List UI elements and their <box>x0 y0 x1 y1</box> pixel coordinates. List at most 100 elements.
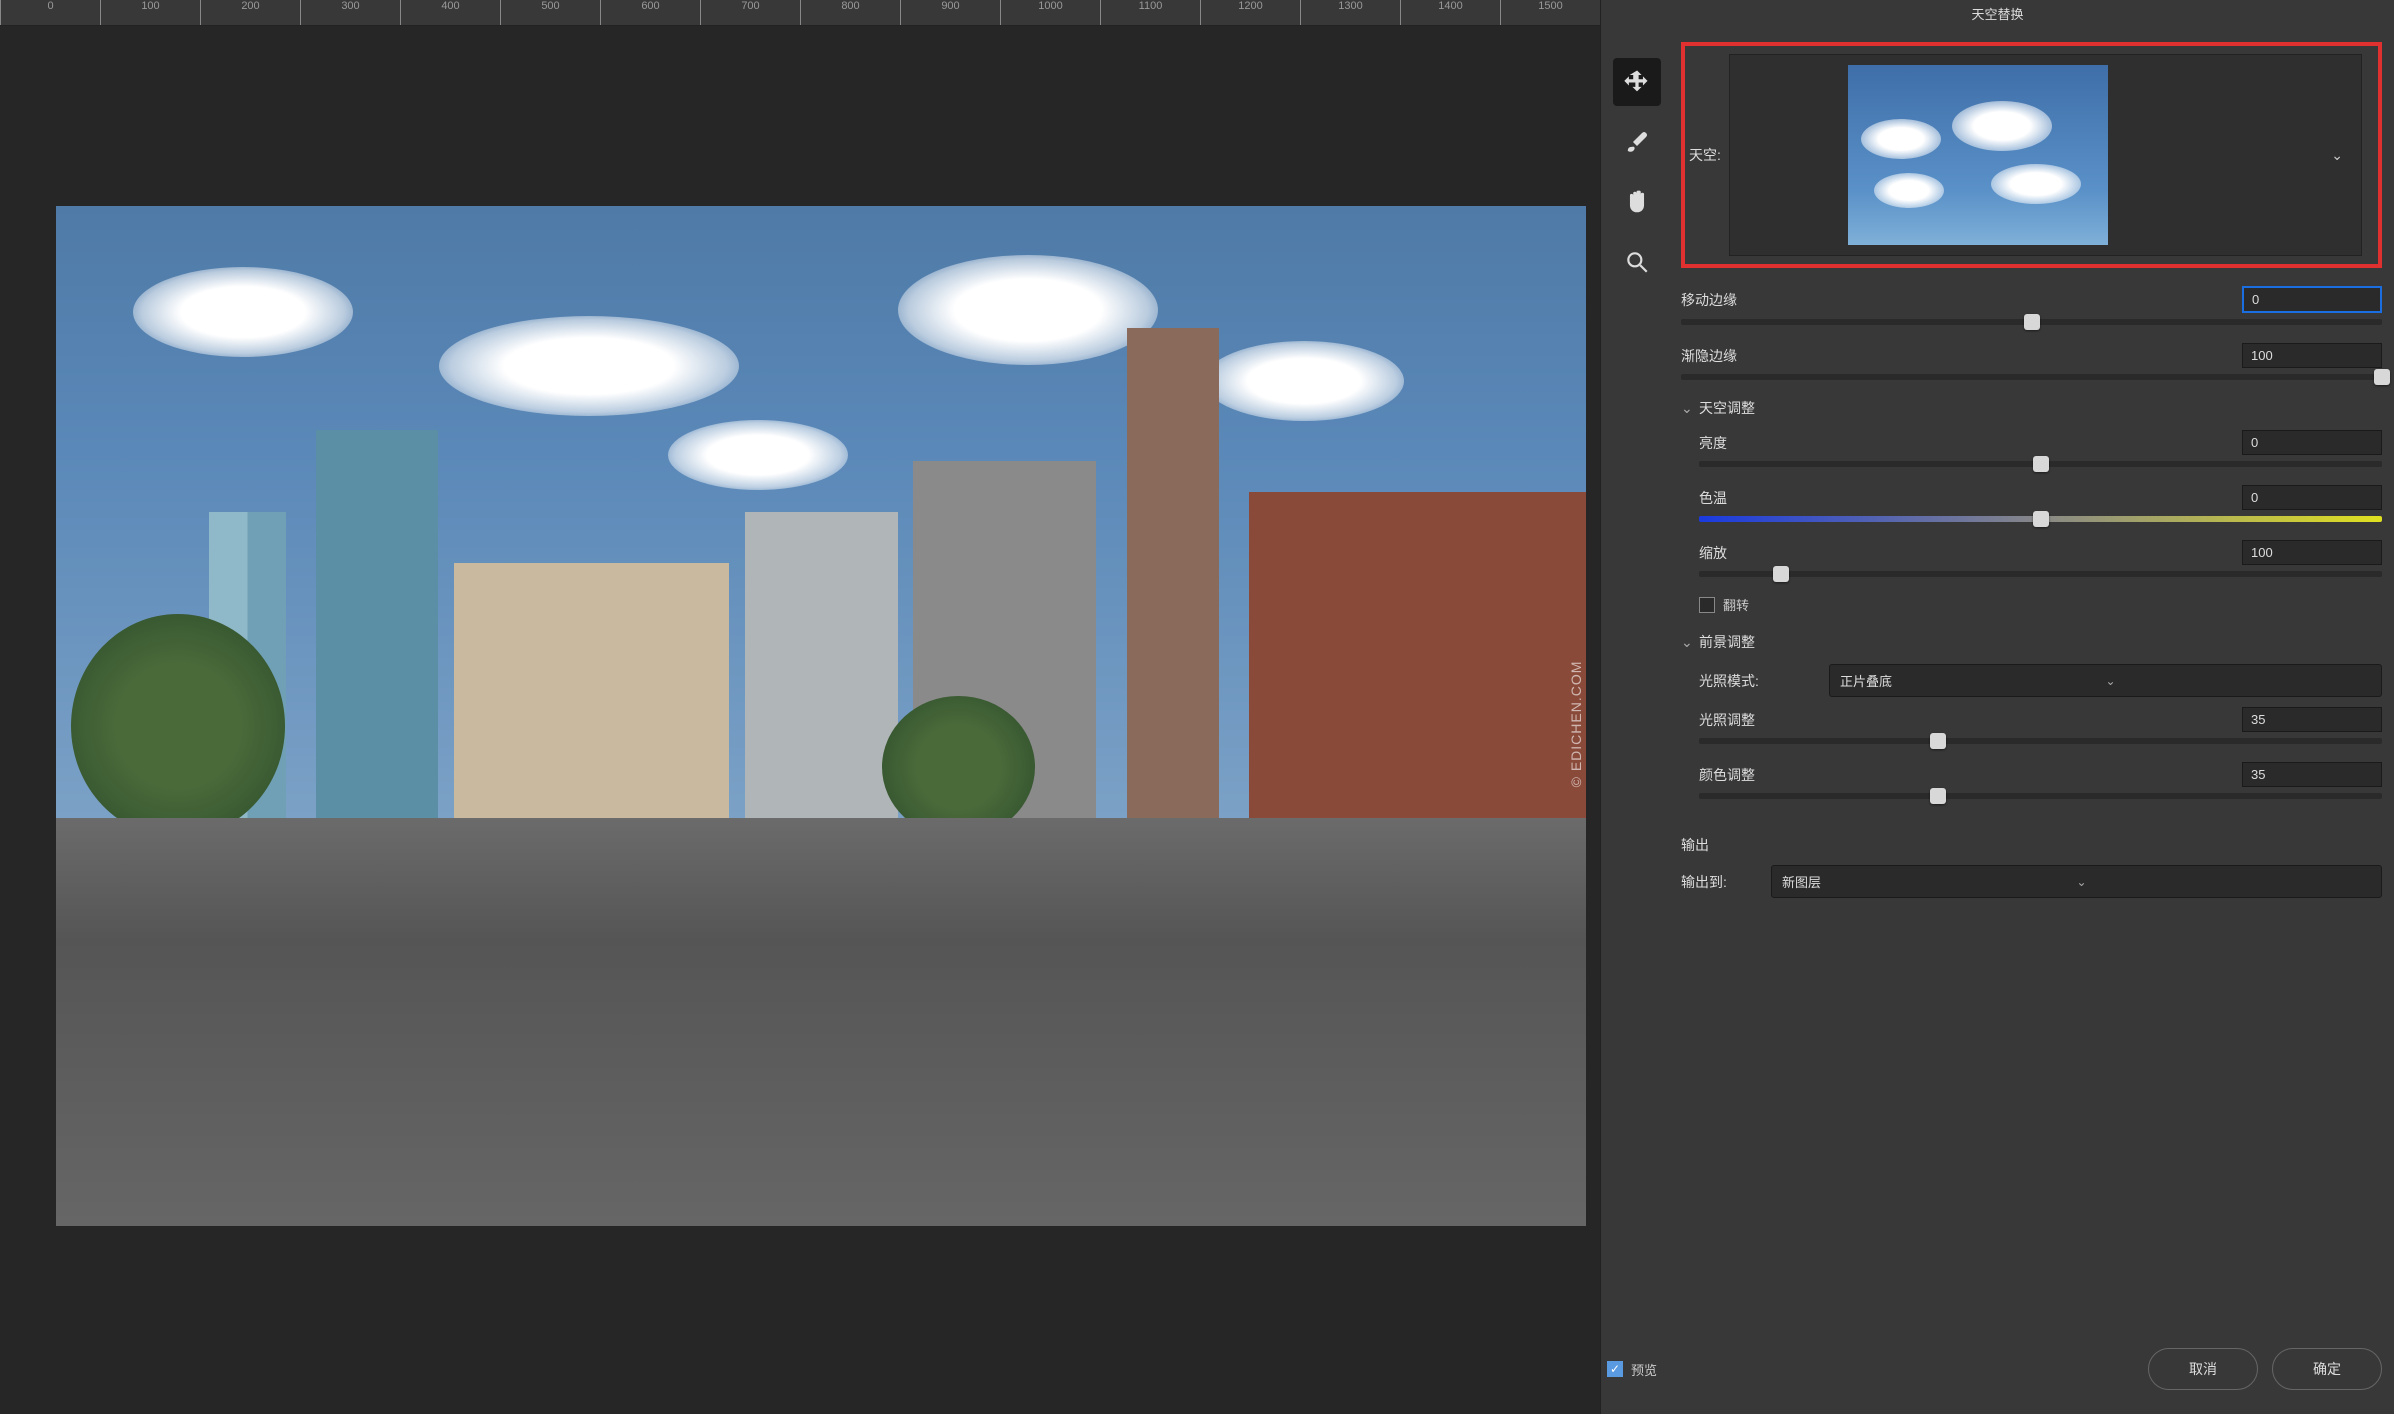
ruler-tick: 1000 <box>1000 0 1100 25</box>
chevron-down-icon: ⌄ <box>2077 875 2372 889</box>
color-adjust-value[interactable]: 35 <box>2242 762 2382 787</box>
tree <box>71 614 285 838</box>
chevron-down-icon: ⌄ <box>2106 674 2372 688</box>
temperature-value[interactable]: 0 <box>2242 485 2382 510</box>
slider-label: 缩放 <box>1699 543 2242 563</box>
preview-label: 预览 <box>1631 1360 1657 1379</box>
slider-label: 颜色调整 <box>1699 765 2242 785</box>
chevron-down-icon: ⌄ <box>1681 400 1693 417</box>
building <box>745 512 898 818</box>
canvas-area: © EDICHEN.COM <box>0 26 1600 1414</box>
brightness-track[interactable] <box>1699 461 2382 467</box>
flip-checkbox[interactable] <box>1699 597 1715 613</box>
panel-footer: 预览 取消 确定 <box>1601 1348 2382 1390</box>
tree <box>882 696 1035 839</box>
ruler-tick: 800 <box>800 0 900 25</box>
ruler-tick: 1400 <box>1400 0 1500 25</box>
slider-thumb[interactable] <box>2033 511 2049 527</box>
sky-label: 天空: <box>1689 145 1721 165</box>
move-tool[interactable] <box>1613 58 1661 106</box>
slider-thumb[interactable] <box>1773 566 1789 582</box>
building <box>454 563 729 818</box>
ruler-tick: 1300 <box>1300 0 1400 25</box>
building <box>316 430 438 818</box>
output-section: 输出 输出到: 新图层 ⌄ <box>1681 835 2382 898</box>
ruler-tick: 100 <box>100 0 200 25</box>
fade-edge-value[interactable]: 100 <box>2242 343 2382 368</box>
zoom-tool[interactable] <box>1613 238 1661 286</box>
ruler-tick: 700 <box>700 0 800 25</box>
output-to-row: 输出到: 新图层 ⌄ <box>1681 865 2382 898</box>
light-adjust-track[interactable] <box>1699 738 2382 744</box>
sky-replacement-panel: 天空替换 天空: ⌄ 移动边缘 0 <box>1600 0 2394 1414</box>
toolbar <box>1613 58 1669 298</box>
hand-tool[interactable] <box>1613 178 1661 226</box>
lighting-mode-label: 光照模式: <box>1699 671 1829 691</box>
light-adjust-value[interactable]: 35 <box>2242 707 2382 732</box>
slider-thumb[interactable] <box>2033 456 2049 472</box>
ruler-tick: 300 <box>300 0 400 25</box>
photo-ground <box>56 818 1586 1226</box>
temperature-track[interactable] <box>1699 516 2382 522</box>
building <box>1127 328 1219 818</box>
brightness-slider: 亮度 0 <box>1699 430 2382 467</box>
lighting-mode-value: 正片叠底 <box>1840 671 2106 690</box>
light-adjust-slider: 光照调整 35 <box>1699 707 2382 744</box>
cancel-button[interactable]: 取消 <box>2148 1348 2258 1390</box>
brush-tool[interactable] <box>1613 118 1661 166</box>
ruler-tick: 1200 <box>1200 0 1300 25</box>
fade-edge-slider: 渐隐边缘 100 <box>1681 343 2382 380</box>
lighting-mode-select[interactable]: 正片叠底 ⌄ <box>1829 664 2382 697</box>
output-to-value: 新图层 <box>1782 872 2077 891</box>
ruler-tick: 1500 <box>1500 0 1600 25</box>
ruler-tick: 1100 <box>1100 0 1200 25</box>
shift-edge-slider: 移动边缘 0 <box>1681 286 2382 325</box>
ruler-tick: 400 <box>400 0 500 25</box>
color-adjust-slider: 颜色调整 35 <box>1699 762 2382 799</box>
slider-thumb[interactable] <box>2024 314 2040 330</box>
scale-value[interactable]: 100 <box>2242 540 2382 565</box>
chevron-down-icon: ⌄ <box>1681 634 1693 651</box>
sky-thumbnail <box>1848 65 2108 245</box>
sky-adjust-section-header[interactable]: ⌄ 天空调整 <box>1681 398 2382 418</box>
output-title: 输出 <box>1681 835 2382 855</box>
scale-slider: 缩放 100 <box>1699 540 2382 577</box>
building <box>1249 492 1586 818</box>
ruler-tick: 500 <box>500 0 600 25</box>
section-label: 前景调整 <box>1699 632 1755 652</box>
slider-label: 色温 <box>1699 488 2242 508</box>
sky-selector-highlight: 天空: ⌄ <box>1681 42 2382 268</box>
panel-title: 天空替换 <box>1601 0 2394 30</box>
scale-track[interactable] <box>1699 571 2382 577</box>
output-to-label: 输出到: <box>1681 872 1771 892</box>
ruler-tick: 200 <box>200 0 300 25</box>
ruler-tick: 900 <box>900 0 1000 25</box>
brightness-value[interactable]: 0 <box>2242 430 2382 455</box>
flip-checkbox-row: 翻转 <box>1699 595 2382 614</box>
slider-thumb[interactable] <box>2374 369 2390 385</box>
slider-label: 移动边缘 <box>1681 290 2242 310</box>
slider-thumb[interactable] <box>1930 733 1946 749</box>
shift-edge-value[interactable]: 0 <box>2242 286 2382 313</box>
document-image[interactable]: © EDICHEN.COM <box>56 206 1586 1226</box>
slider-label: 亮度 <box>1699 433 2242 453</box>
preview-checkbox[interactable] <box>1607 1361 1623 1377</box>
ok-button[interactable]: 确定 <box>2272 1348 2382 1390</box>
section-label: 天空调整 <box>1699 398 1755 418</box>
ruler-tick: 600 <box>600 0 700 25</box>
slider-thumb[interactable] <box>1930 788 1946 804</box>
chevron-down-icon[interactable]: ⌄ <box>2323 147 2351 164</box>
slider-label: 光照调整 <box>1699 710 2242 730</box>
foreground-adjust-section-header[interactable]: ⌄ 前景调整 <box>1681 632 2382 652</box>
watermark-text: © EDICHEN.COM <box>1568 661 1584 788</box>
output-to-select[interactable]: 新图层 ⌄ <box>1771 865 2382 898</box>
shift-edge-track[interactable] <box>1681 319 2382 325</box>
flip-label: 翻转 <box>1723 595 1749 614</box>
sky-preset-dropdown[interactable]: ⌄ <box>1729 54 2362 256</box>
color-adjust-track[interactable] <box>1699 793 2382 799</box>
temperature-slider: 色温 0 <box>1699 485 2382 522</box>
fade-edge-track[interactable] <box>1681 374 2382 380</box>
ruler-tick: 0 <box>0 0 100 25</box>
lighting-mode-row: 光照模式: 正片叠底 ⌄ <box>1699 664 2382 697</box>
slider-label: 渐隐边缘 <box>1681 346 2242 366</box>
